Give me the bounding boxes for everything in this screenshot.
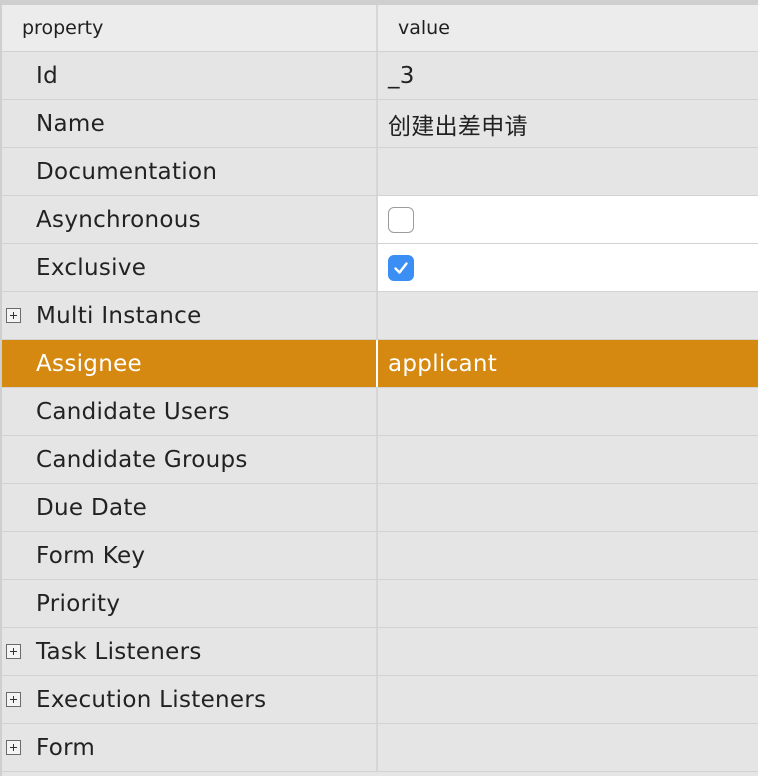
table-header: property value [2, 5, 758, 52]
property-name: Candidate Groups [36, 446, 248, 473]
property-name-cell: Form Key [2, 532, 378, 579]
plus-box-icon[interactable] [6, 691, 21, 707]
property-name: Exclusive [36, 254, 147, 281]
property-name-cell: Id [2, 52, 378, 99]
property-name: Due Date [36, 494, 148, 521]
property-value-cell[interactable]: applicant [378, 340, 758, 387]
property-name: Id [36, 62, 58, 89]
property-value-cell[interactable] [378, 580, 758, 627]
property-row-form[interactable]: Form [2, 724, 758, 772]
checkmark-icon [394, 261, 408, 274]
plus-box-icon[interactable] [6, 643, 21, 659]
property-name-cell: Priority [2, 580, 378, 627]
property-value-cell[interactable] [378, 724, 758, 771]
property-name: Form [36, 734, 96, 761]
column-header-property[interactable]: property [2, 5, 378, 51]
property-value-cell[interactable] [378, 244, 758, 291]
property-name-cell: Execution Listeners [2, 676, 378, 723]
property-name: Assignee [36, 350, 142, 377]
property-row-form-key[interactable]: Form Key [2, 532, 758, 580]
property-value-cell[interactable] [378, 292, 758, 339]
checkbox-checked[interactable] [388, 254, 414, 281]
property-value-cell[interactable] [378, 532, 758, 579]
property-row-exclusive[interactable]: Exclusive [2, 244, 758, 292]
property-name-cell: Task Listeners [2, 628, 378, 675]
property-name: Priority [36, 590, 121, 617]
property-row-documentation[interactable]: Documentation [2, 148, 758, 196]
property-value-cell[interactable] [378, 148, 758, 195]
property-row-due-date[interactable]: Due Date [2, 484, 758, 532]
property-row-priority[interactable]: Priority [2, 580, 758, 628]
plus-box-icon[interactable] [6, 739, 21, 755]
property-name-cell: Due Date [2, 484, 378, 531]
property-name-cell: Exclusive [2, 244, 378, 291]
property-name-cell: Name [2, 100, 378, 147]
property-name: Form Key [36, 542, 146, 569]
property-name-cell: Multi Instance [2, 292, 378, 339]
property-name-cell: Form [2, 724, 378, 771]
property-name: Asynchronous [36, 206, 201, 233]
properties-panel: property value Id _3 Name 创建出差申请 Documentati… [0, 0, 758, 776]
checkbox-unchecked[interactable] [388, 206, 414, 233]
property-value-cell[interactable] [378, 676, 758, 723]
property-name: Execution Listeners [36, 686, 267, 713]
plus-box-icon[interactable] [6, 307, 21, 323]
property-name-cell: Candidate Users [2, 388, 378, 435]
property-value-cell[interactable] [378, 196, 758, 243]
property-name: Task Listeners [36, 638, 202, 665]
property-row-name[interactable]: Name 创建出差申请 [2, 100, 758, 148]
property-name: Multi Instance [36, 302, 202, 329]
property-row-id[interactable]: Id _3 [2, 52, 758, 100]
property-name: Name [36, 110, 106, 137]
property-value-cell[interactable]: _3 [378, 52, 758, 99]
property-value: 创建出差申请 [388, 113, 528, 140]
property-row-task-listeners[interactable]: Task Listeners [2, 628, 758, 676]
property-name-cell: Documentation [2, 148, 378, 195]
property-value: applicant [388, 350, 498, 377]
property-row-execution-listeners[interactable]: Execution Listeners [2, 676, 758, 724]
property-value-cell[interactable]: 创建出差申请 [378, 100, 758, 147]
property-row-multi-instance[interactable]: Multi Instance [2, 292, 758, 340]
property-value-cell[interactable] [378, 628, 758, 675]
property-row-asynchronous[interactable]: Asynchronous [2, 196, 758, 244]
property-row-assignee[interactable]: Assignee applicant [2, 340, 758, 388]
property-row-candidate-users[interactable]: Candidate Users [2, 388, 758, 436]
property-row-candidate-groups[interactable]: Candidate Groups [2, 436, 758, 484]
property-value-cell[interactable] [378, 388, 758, 435]
column-header-value[interactable]: value [378, 5, 758, 51]
property-name-cell: Assignee [2, 340, 378, 387]
property-value: _3 [388, 62, 415, 89]
property-name: Documentation [36, 158, 218, 185]
property-name: Candidate Users [36, 398, 230, 425]
property-value-cell[interactable] [378, 484, 758, 531]
property-name-cell: Asynchronous [2, 196, 378, 243]
property-rows: Id _3 Name 创建出差申请 Documentation Asynchronous E… [2, 52, 758, 772]
property-name-cell: Candidate Groups [2, 436, 378, 483]
property-value-cell[interactable] [378, 436, 758, 483]
